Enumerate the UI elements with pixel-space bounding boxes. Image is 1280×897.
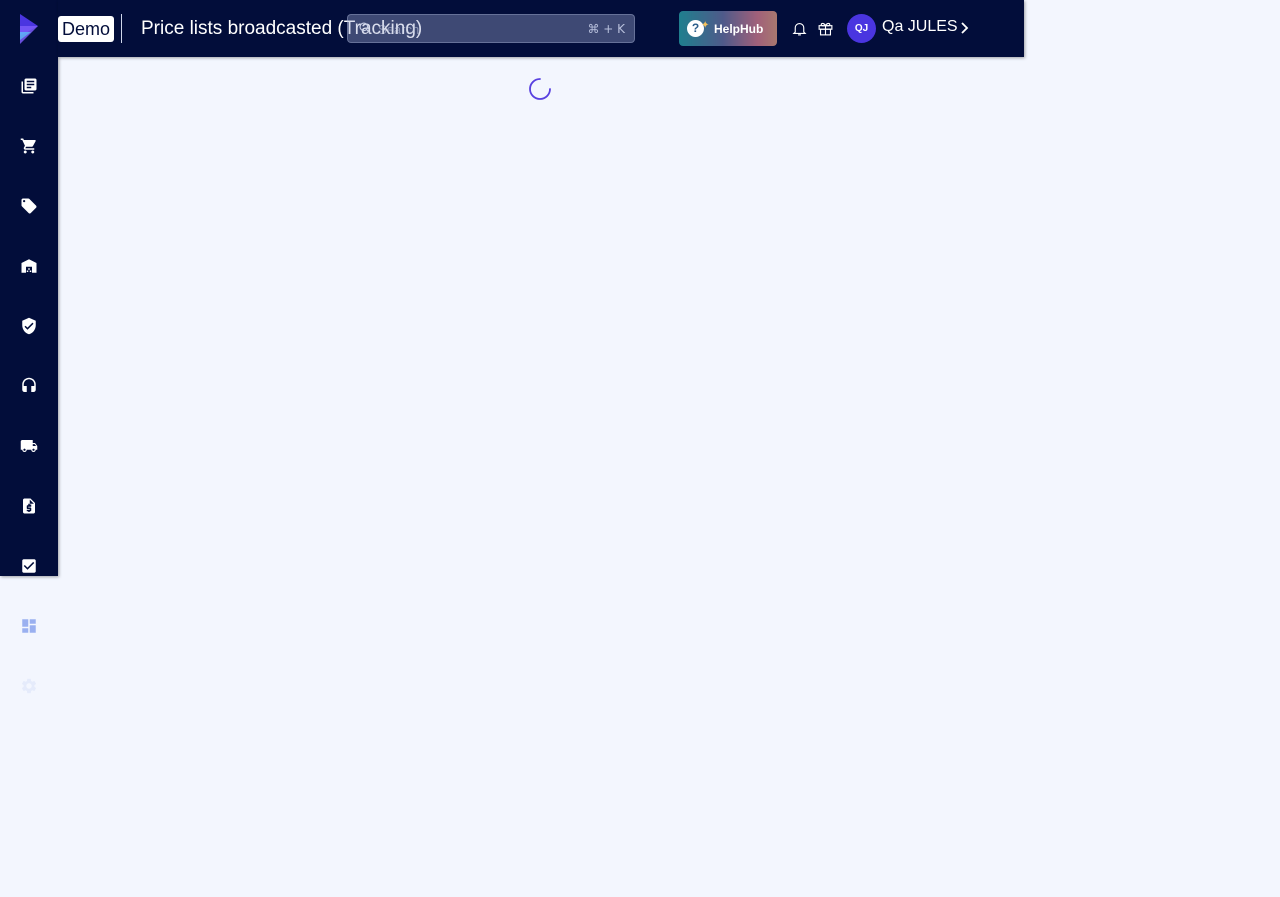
search-box[interactable]: ⌘ + K (347, 14, 635, 43)
gear-icon (21, 678, 37, 694)
sidebar-item-warehouse[interactable] (19, 256, 39, 276)
divider (121, 14, 122, 43)
sidebar-item-compliance[interactable] (19, 316, 39, 336)
cart-icon (20, 138, 36, 154)
notifications-button[interactable] (790, 19, 808, 37)
sidebar-item-catalog[interactable] (19, 76, 39, 96)
dashboard-icon (22, 619, 36, 633)
user-name[interactable]: Qa JULES (882, 18, 958, 36)
logo-icon[interactable] (17, 14, 41, 44)
sidebar-item-tasks[interactable] (19, 556, 39, 576)
chevron-right-icon[interactable] (958, 21, 970, 35)
sidebar-item-shipping[interactable] (19, 436, 39, 456)
sidebar-item-dashboard[interactable] (19, 616, 39, 636)
sidebar-item-invoices[interactable] (19, 496, 39, 516)
search-icon (359, 22, 371, 34)
gift-icon (818, 22, 832, 35)
search-shortcut: ⌘ + K (587, 22, 625, 36)
environment-badge: Demo (58, 16, 115, 42)
warehouse-icon (21, 259, 37, 273)
gifts-button[interactable] (816, 19, 834, 37)
avatar[interactable]: QJ (847, 14, 876, 43)
sidebar-item-support[interactable] (19, 376, 39, 396)
bell-icon (791, 22, 807, 35)
headset-icon (22, 377, 36, 392)
search-input[interactable] (378, 18, 578, 40)
help-icon: ? ✦ (687, 20, 709, 37)
sidebar-item-orders[interactable] (19, 136, 39, 156)
checkbox-icon (22, 559, 36, 573)
truck-icon (20, 440, 38, 452)
shield-check-icon (22, 317, 36, 335)
sparkle-icon: ✦ (701, 20, 710, 31)
top-bar: Demo Price lists broadcasted (Tracking) … (58, 0, 1024, 57)
helphub-button[interactable]: ? ✦ HelpHub (679, 11, 777, 46)
sidebar-item-settings[interactable] (19, 676, 39, 696)
helphub-label: HelpHub (714, 21, 764, 36)
loading-spinner-icon (529, 78, 551, 100)
tag-icon (21, 198, 37, 214)
sidebar-item-pricing[interactable] (19, 196, 39, 216)
catalog-icon (21, 78, 37, 94)
invoice-icon (23, 498, 35, 514)
sidebar (0, 0, 58, 576)
